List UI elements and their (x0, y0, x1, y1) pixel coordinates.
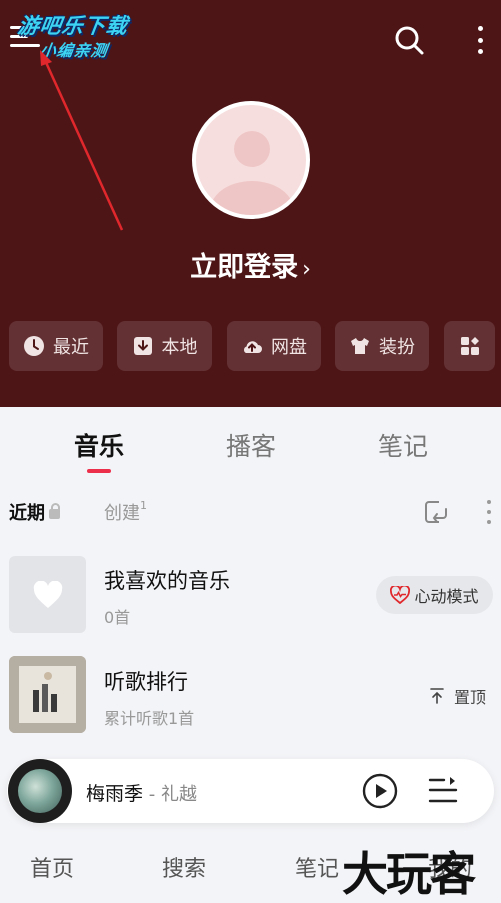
ranking-cover[interactable] (9, 656, 86, 733)
pin-top-icon (430, 688, 444, 704)
nav-home[interactable]: 首页 (30, 851, 74, 883)
pin-top-button[interactable]: 置顶 (430, 684, 486, 708)
quick-action-label: 最近 (53, 337, 89, 358)
watermark-line2: 小编亲测 (38, 41, 110, 60)
liked-songs-cover[interactable] (9, 556, 86, 633)
song-separator: - (143, 784, 161, 805)
heartbeat-mode-button[interactable]: 心动模式 (376, 576, 493, 614)
album-art-image (9, 656, 86, 733)
shirt-icon (351, 338, 369, 354)
tab-notes[interactable]: 笔记 (378, 427, 428, 463)
playlist-title[interactable]: 听歌排行 (104, 666, 188, 696)
quick-action-more[interactable] (444, 321, 495, 371)
heartbeat-mode-label: 心动模式 (414, 587, 479, 606)
library-panel: 音乐 播客 笔记 近期 创建1 我喜欢的音乐 0首 心动模式 听歌排行 累计听歌… (0, 407, 501, 903)
corner-watermark: 大玩客 (342, 847, 476, 901)
playlist-queue-icon[interactable] (428, 776, 458, 806)
subtab-created-label: 创建 (104, 503, 140, 524)
clock-icon (24, 336, 44, 356)
grid-apps-icon (460, 337, 479, 355)
playlist-subtitle: 累计听歌1首 (104, 709, 195, 728)
nav-search[interactable]: 搜索 (162, 851, 206, 883)
quick-action-label: 本地 (161, 337, 198, 358)
tab-podcast[interactable]: 播客 (226, 427, 276, 463)
search-icon[interactable] (393, 24, 425, 56)
subtab-recent[interactable]: 近期 (9, 499, 60, 525)
lock-icon (49, 503, 60, 519)
subtab-created[interactable]: 创建1 (104, 499, 147, 525)
subtab-recent-label: 近期 (9, 503, 45, 524)
song-artist: 礼越 (160, 784, 197, 805)
quick-action-local[interactable]: 本地 (117, 321, 212, 371)
watermark: 游吧乐下载 小编亲测 (14, 10, 154, 64)
download-box-icon (133, 337, 152, 355)
playlist-subtitle: 0首 (104, 608, 131, 627)
import-playlist-icon[interactable] (423, 499, 449, 525)
login-label: 立即登录 (190, 252, 299, 283)
song-title: 梅雨季 (86, 783, 144, 805)
cloud-upload-icon (244, 341, 262, 353)
nav-notes[interactable]: 笔记 (295, 851, 339, 883)
more-options-icon[interactable] (470, 24, 490, 56)
heartbeat-icon (390, 586, 411, 604)
quick-action-recent[interactable]: 最近 (9, 321, 103, 371)
active-tab-indicator (87, 469, 111, 473)
profile-header: 游吧乐下载 小编亲测 立即登录 › 最近 本地 网盘 装扮 (0, 0, 501, 420)
quick-action-label: 装扮 (379, 337, 415, 358)
avatar-body (210, 181, 294, 215)
quick-action-dressup[interactable]: 装扮 (335, 321, 429, 371)
watermark-line1: 游吧乐下载 (16, 14, 130, 38)
list-more-icon[interactable] (486, 500, 492, 524)
album-disc[interactable] (8, 759, 72, 823)
heart-icon (33, 580, 62, 608)
avatar[interactable] (192, 101, 310, 219)
avatar-head (234, 131, 270, 167)
chevron-right-icon: › (302, 257, 311, 282)
created-count: 1 (140, 499, 147, 512)
now-playing[interactable]: 梅雨季 - 礼越 (86, 779, 197, 806)
pin-top-label: 置顶 (454, 688, 487, 707)
tab-music[interactable]: 音乐 (74, 427, 124, 463)
album-art (18, 769, 62, 813)
mini-player[interactable]: 梅雨季 - 礼越 (7, 759, 494, 823)
quick-action-label: 网盘 (271, 337, 307, 358)
login-link[interactable]: 立即登录 › (0, 245, 501, 284)
quick-action-cloud[interactable]: 网盘 (227, 321, 321, 371)
playlist-title[interactable]: 我喜欢的音乐 (104, 565, 230, 595)
play-icon[interactable] (362, 773, 398, 809)
